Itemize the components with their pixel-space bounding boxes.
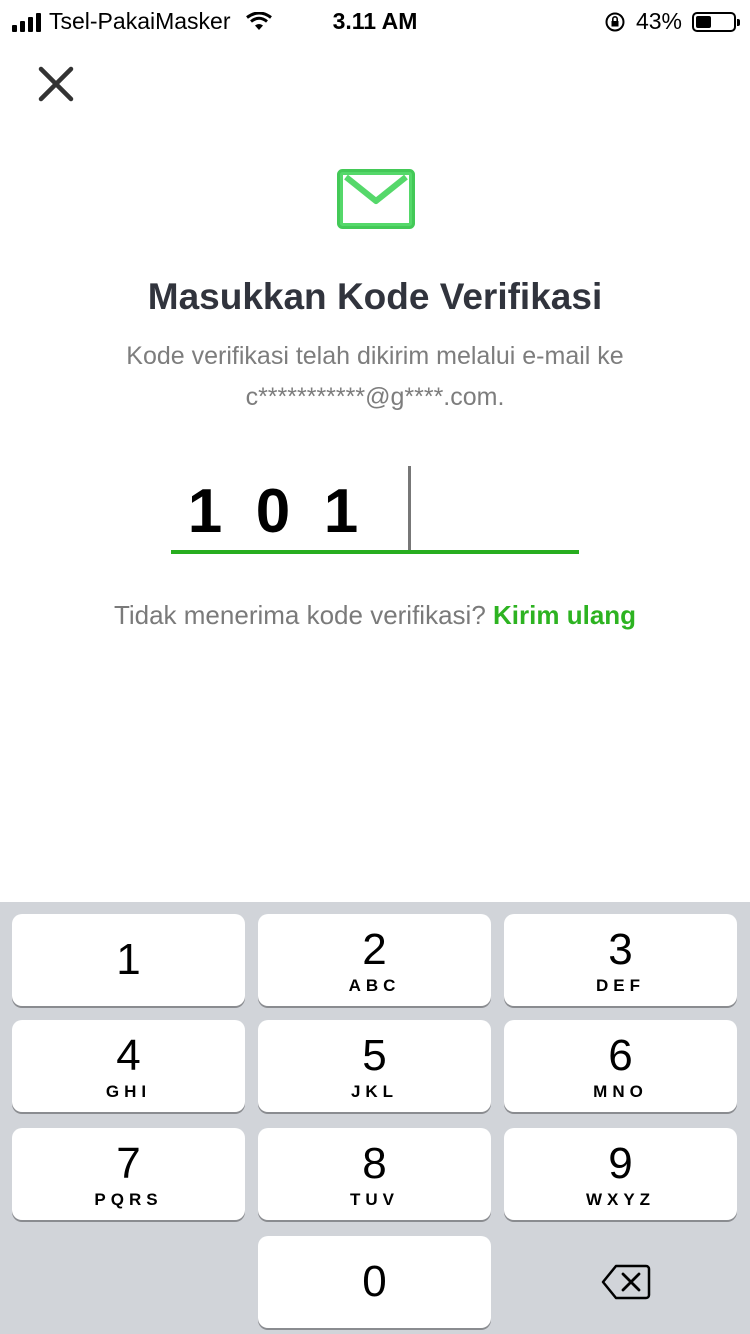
subtitle-line-1: Kode verifikasi telah dikirim melalui e-… bbox=[126, 342, 624, 370]
key-8[interactable]: 8 TUV bbox=[258, 1128, 491, 1220]
key-number: 8 bbox=[362, 1139, 387, 1188]
key-number: 0 bbox=[362, 1257, 387, 1306]
key-letters: GHI bbox=[105, 1082, 152, 1101]
key-number: 3 bbox=[608, 925, 633, 974]
input-underline bbox=[171, 550, 579, 554]
numeric-keypad: 1 2 ABC 3 DEF 4 GHI 5 JKL 6 MNO 7 PQRS 8… bbox=[0, 902, 750, 1334]
key-number: 4 bbox=[116, 1031, 141, 1080]
code-digit: 1 bbox=[187, 477, 223, 546]
status-right: 43% bbox=[604, 8, 740, 35]
code-digit: 0 bbox=[255, 477, 291, 546]
code-digit: 1 bbox=[323, 477, 359, 546]
key-6[interactable]: 6 MNO bbox=[504, 1020, 737, 1112]
backspace-icon bbox=[601, 1264, 651, 1300]
key-letters: MNO bbox=[593, 1082, 648, 1101]
status-bar: Tsel-PakaiMasker 3.11 AM 43% bbox=[0, 0, 750, 40]
page-title: Masukkan Kode Verifikasi bbox=[147, 276, 603, 317]
text-caret bbox=[408, 466, 411, 551]
key-number: 5 bbox=[362, 1031, 387, 1080]
key-number: 9 bbox=[608, 1139, 633, 1188]
orientation-lock-icon bbox=[605, 12, 625, 31]
battery-percent: 43% bbox=[635, 8, 682, 34]
battery-icon bbox=[692, 11, 740, 32]
key-3[interactable]: 3 DEF bbox=[504, 914, 737, 1006]
key-letters: TUV bbox=[350, 1190, 399, 1209]
resend-prompt: Tidak menerima kode verifikasi? bbox=[113, 600, 486, 630]
key-letters: WXYZ bbox=[585, 1190, 656, 1209]
key-letters: JKL bbox=[350, 1082, 399, 1101]
key-number: 7 bbox=[116, 1139, 141, 1188]
mail-icon bbox=[337, 169, 415, 229]
close-button[interactable] bbox=[36, 64, 76, 104]
battery-fill bbox=[696, 15, 711, 28]
verification-code-input[interactable]: 1 0 1 bbox=[171, 462, 579, 554]
key-number: 6 bbox=[608, 1031, 633, 1080]
code-digits: 1 0 1 bbox=[171, 476, 375, 547]
key-1[interactable]: 1 bbox=[12, 914, 245, 1006]
key-4[interactable]: 4 GHI bbox=[12, 1020, 245, 1112]
key-0[interactable]: 0 bbox=[258, 1236, 491, 1328]
key-number: 1 bbox=[116, 935, 141, 984]
key-9[interactable]: 9 WXYZ bbox=[504, 1128, 737, 1220]
key-2[interactable]: 2 ABC bbox=[258, 914, 491, 1006]
key-7[interactable]: 7 PQRS bbox=[12, 1128, 245, 1220]
close-icon bbox=[38, 66, 74, 102]
subtitle-line-2: c***********@g****.com. bbox=[245, 383, 505, 411]
key-number: 2 bbox=[362, 925, 387, 974]
resend-row: Tidak menerima kode verifikasi? Kirim ul… bbox=[0, 600, 750, 631]
key-letters: ABC bbox=[348, 976, 401, 995]
resend-link[interactable]: Kirim ulang bbox=[493, 600, 636, 630]
key-5[interactable]: 5 JKL bbox=[258, 1020, 491, 1112]
delete-key[interactable] bbox=[600, 1262, 652, 1302]
key-letters: PQRS bbox=[94, 1190, 163, 1209]
page-subtitle: Kode verifikasi telah dikirim melalui e-… bbox=[60, 336, 690, 418]
key-letters: DEF bbox=[596, 976, 645, 995]
